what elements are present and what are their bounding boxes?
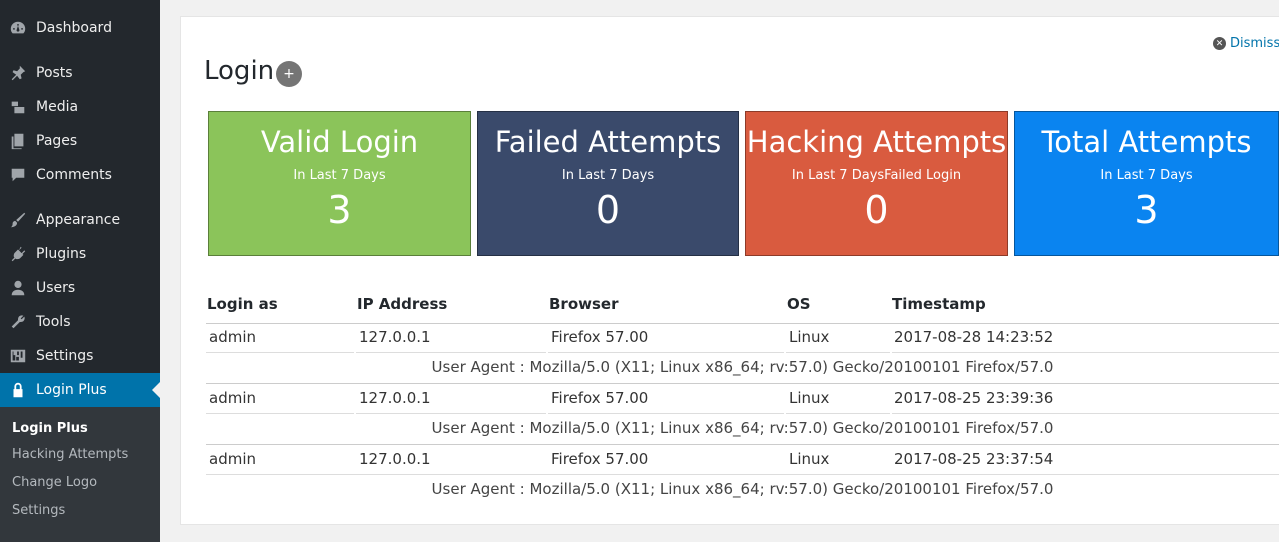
- pages-icon: [0, 132, 36, 150]
- cell-browser: Firefox 57.00: [551, 328, 649, 346]
- cell-timestamp: 2017-08-28 14:23:52: [894, 328, 1054, 346]
- total-attempts-card: Total Attempts In Last 7 Days 3: [1014, 111, 1279, 256]
- pin-icon: [0, 64, 36, 82]
- cell-timestamp: 2017-08-25 23:39:36: [894, 389, 1054, 407]
- cell-login: admin: [209, 389, 256, 407]
- dashboard-icon: [0, 19, 36, 37]
- cell-browser: Firefox 57.00: [551, 389, 649, 407]
- menu-label: Posts: [36, 65, 73, 81]
- submenu-item-settings[interactable]: Settings: [12, 503, 65, 518]
- menu-label: Dashboard: [36, 20, 112, 36]
- valid-login-card: Valid Login In Last 7 Days 3: [208, 111, 471, 256]
- dismiss-label: Dismiss: [1230, 36, 1279, 51]
- menu-item-media[interactable]: Media: [0, 90, 160, 124]
- cell-browser: Firefox 57.00: [551, 450, 649, 468]
- menu-label: Login Plus: [36, 382, 107, 398]
- menu-label: Comments: [36, 167, 112, 183]
- cell-os: Linux: [789, 389, 830, 407]
- menu-label: Plugins: [36, 246, 87, 262]
- menu-label: Settings: [36, 348, 94, 364]
- cell-os: Linux: [789, 328, 830, 346]
- card-title: Failed Attempts: [494, 125, 722, 159]
- menu-item-users[interactable]: Users: [0, 271, 160, 305]
- menu-item-comments[interactable]: Comments: [0, 158, 160, 192]
- user-agent-row: User Agent : Mozilla/5.0 (X11; Linux x86…: [431, 358, 1054, 376]
- row-divider: [892, 352, 1279, 353]
- menu-label: Pages: [36, 133, 78, 149]
- user-icon: [0, 279, 36, 297]
- brush-icon: [0, 211, 36, 229]
- card-title: Valid Login: [260, 125, 419, 159]
- menu-item-login-plus[interactable]: Login Plus: [0, 373, 160, 407]
- menu-item-plugins[interactable]: Plugins: [0, 237, 160, 271]
- menu-item-tools[interactable]: Tools: [0, 305, 160, 339]
- row-divider: [786, 352, 890, 353]
- submenu-item-hacking-attempts[interactable]: Hacking Attempts: [12, 447, 128, 462]
- cell-timestamp: 2017-08-25 23:37:54: [894, 450, 1054, 468]
- menu-item-posts[interactable]: Posts: [0, 56, 160, 90]
- user-agent-row: User Agent : Mozilla/5.0 (X11; Linux x86…: [431, 480, 1054, 498]
- row-divider: [206, 352, 354, 353]
- card-subtitle: In Last 7 Days: [293, 168, 386, 183]
- menu-item-pages[interactable]: Pages: [0, 124, 160, 158]
- row-divider: [206, 413, 354, 414]
- page-title: Login: [204, 56, 275, 86]
- hacking-attempts-card: Hacking Attempts In Last 7 DaysFailed Lo…: [745, 111, 1008, 256]
- card-value: 3: [1134, 188, 1159, 232]
- user-agent-row: User Agent : Mozilla/5.0 (X11; Linux x86…: [431, 419, 1054, 437]
- card-title: Hacking Attempts: [746, 125, 1007, 159]
- dismiss-button[interactable]: ✕ Dismiss: [1213, 36, 1279, 51]
- menu-item-appearance[interactable]: Appearance: [0, 203, 160, 237]
- cell-login: admin: [209, 328, 256, 346]
- cell-os: Linux: [789, 450, 830, 468]
- login-plus-submenu: Login Plus Hacking Attempts Change Logo …: [0, 407, 160, 542]
- lock-icon: [0, 381, 36, 399]
- menu-label: Users: [36, 280, 76, 296]
- admin-sidebar: Dashboard Posts Media Pages Comments App…: [0, 0, 160, 542]
- row-divider: [548, 413, 784, 414]
- header-divider: [206, 323, 1279, 324]
- media-icon: [0, 98, 36, 116]
- menu-item-dashboard[interactable]: Dashboard: [0, 11, 160, 45]
- row-divider: [356, 413, 546, 414]
- cell-ip: 127.0.0.1: [359, 389, 431, 407]
- card-subtitle: In Last 7 Days: [1100, 168, 1193, 183]
- row-divider: [786, 413, 890, 414]
- row-divider: [548, 352, 784, 353]
- column-header-ip: IP Address: [357, 295, 448, 313]
- submenu-item-change-logo[interactable]: Change Logo: [12, 475, 97, 490]
- wrench-icon: [0, 313, 36, 331]
- comment-icon: [0, 166, 36, 184]
- failed-attempts-card: Failed Attempts In Last 7 Days 0: [477, 111, 739, 256]
- row-divider: [892, 413, 1279, 414]
- plugin-icon: [0, 245, 36, 263]
- card-subtitle: In Last 7 Days: [561, 168, 655, 183]
- cell-login: admin: [209, 450, 256, 468]
- column-header-login: Login as: [207, 295, 278, 313]
- menu-label: Media: [36, 99, 79, 115]
- card-value: 0: [864, 188, 889, 232]
- column-header-browser: Browser: [549, 295, 619, 313]
- row-divider: [356, 352, 546, 353]
- menu-label: Appearance: [36, 212, 121, 228]
- close-icon: ✕: [1213, 37, 1226, 50]
- submenu-item-login-plus[interactable]: Login Plus: [12, 421, 88, 436]
- column-header-timestamp: Timestamp: [892, 295, 986, 313]
- menu-item-settings[interactable]: Settings: [0, 339, 160, 373]
- row-divider: [206, 383, 1279, 384]
- current-menu-arrow: [152, 382, 160, 398]
- cell-ip: 127.0.0.1: [359, 328, 431, 346]
- card-value: 3: [327, 188, 352, 232]
- column-header-os: OS: [787, 295, 811, 313]
- row-divider: [206, 444, 1279, 445]
- card-subtitle: In Last 7 DaysFailed Login: [791, 168, 962, 183]
- row-divider: [206, 474, 1279, 475]
- main-panel: [180, 16, 1279, 525]
- settings-icon: [0, 347, 36, 365]
- card-value: 0: [595, 188, 621, 232]
- menu-label: Tools: [36, 314, 71, 330]
- cell-ip: 127.0.0.1: [359, 450, 431, 468]
- card-title: Total Attempts: [1041, 125, 1252, 159]
- add-button[interactable]: +: [276, 61, 302, 87]
